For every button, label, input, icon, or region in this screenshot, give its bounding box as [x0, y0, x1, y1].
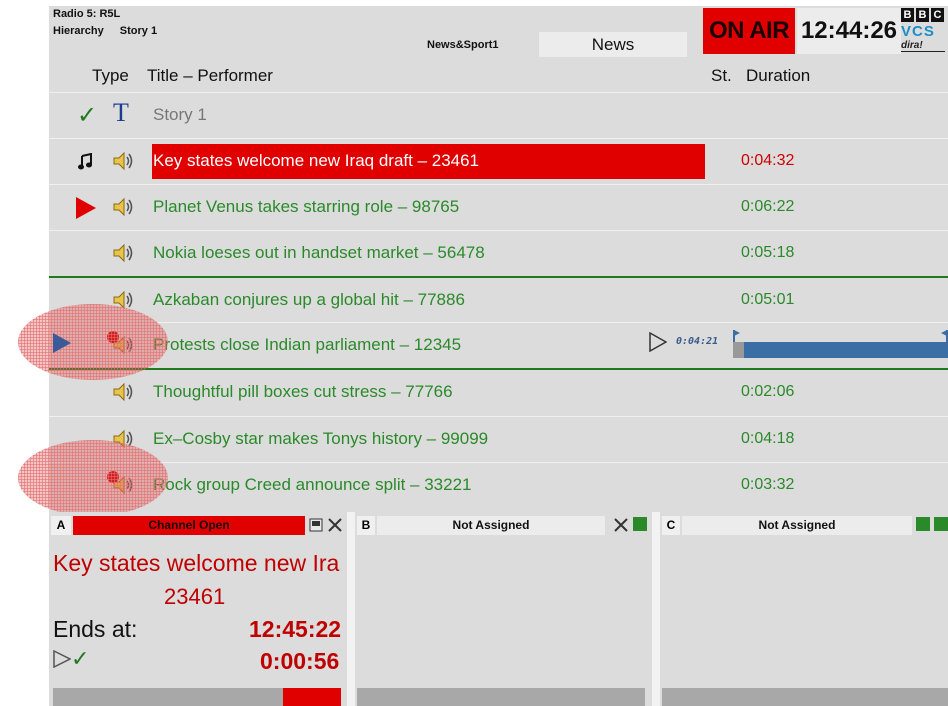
eject-icon[interactable] [633, 517, 647, 531]
channel-c-status: Not Assigned [682, 516, 912, 535]
ends-label: Ends at: [53, 616, 138, 642]
row-title: Rock group Creed announce split – 33221 [153, 475, 472, 494]
row-title: Azkaban conjures up a global hit – 77886 [153, 290, 465, 309]
channel-c-panel[interactable]: C Not Assigned [660, 512, 948, 706]
ends-time: 12:45:22 [249, 616, 342, 642]
logo-dira: dira! [901, 40, 945, 52]
clock: 12:44:26 [797, 8, 901, 54]
row-title: Protests close Indian parliament – 12345 [153, 335, 462, 354]
channel-a-id: 23461 [164, 584, 226, 609]
preview-bar-fill [733, 342, 744, 358]
row-duration: 0:03:32 [741, 476, 795, 493]
end-marker-icon [941, 330, 948, 342]
highlight-overlay [18, 440, 168, 516]
speaker-icon [113, 382, 133, 402]
channel-b-letter: B [357, 516, 375, 535]
col-type[interactable]: Type [92, 66, 129, 86]
channel-a-title: Key states welcome new Ira [53, 550, 340, 576]
logo-letter-b2: B [916, 8, 929, 22]
channel-b-progress[interactable] [357, 688, 645, 706]
remaining-time: 0:00:56 [260, 648, 340, 674]
speaker-icon [113, 151, 133, 171]
start-marker-icon [733, 330, 740, 342]
speaker-icon [113, 243, 133, 263]
logo-letter-c: C [931, 8, 944, 22]
play-outline-icon[interactable] [53, 650, 71, 668]
preview-cue-triangle-icon[interactable] [52, 332, 72, 354]
hierarchy-breadcrumb: Hierarchy Story 1 [53, 25, 173, 37]
channel-b-status: Not Assigned [377, 516, 605, 535]
row-title: Thoughtful pill boxes cut stress – 77766 [153, 382, 453, 401]
logo-letter-b1: B [901, 8, 914, 22]
playlist-row[interactable]: Azkaban conjures up a global hit – 77886… [49, 278, 948, 324]
channel-a-progress[interactable] [53, 688, 341, 706]
row-duration: 0:05:18 [741, 244, 795, 261]
station-label: Radio 5: R5L [53, 8, 121, 20]
close-icon[interactable] [613, 517, 629, 533]
hierarchy-value[interactable]: Story 1 [120, 25, 157, 37]
row-duration: 0:05:01 [741, 291, 795, 308]
news-button[interactable]: News [539, 32, 687, 57]
channel-a-progress-fill [283, 688, 341, 706]
playlist-row[interactable]: Key states welcome new Iraq draft – 2346… [49, 138, 948, 184]
play-triangle-icon[interactable] [75, 196, 97, 220]
story-title: Story 1 [153, 105, 207, 124]
channel-c-letter: C [662, 516, 680, 535]
playlist-row[interactable]: Nokia loeses out in handset market – 564… [49, 230, 948, 276]
window-icon[interactable] [916, 517, 930, 531]
playlist-row[interactable]: Ex–Cosby star makes Tonys history – 9909… [49, 416, 948, 462]
check-icon: ✓ [77, 102, 98, 129]
col-status[interactable]: St. [711, 66, 732, 86]
col-title[interactable]: Title – Performer [147, 66, 273, 86]
story-row[interactable]: ✓ T Story 1 [49, 92, 948, 138]
row-duration: 0:06:22 [741, 198, 795, 215]
close-icon[interactable] [327, 517, 343, 533]
highlight-overlay [18, 304, 168, 380]
row-title: Planet Venus takes starring role – 98765 [153, 197, 460, 216]
playlist-row[interactable]: Planet Venus takes starring role – 98765… [49, 184, 948, 230]
channel-a-letter: A [51, 516, 71, 535]
music-note-icon [78, 153, 92, 170]
panel-separator [652, 512, 660, 706]
row-title: Ex–Cosby star makes Tonys history – 9909… [153, 429, 489, 448]
row-duration: 0:04:18 [741, 430, 795, 447]
row-duration: 0:02:06 [741, 383, 795, 400]
playlist-row[interactable]: Rock group Creed announce split – 33221 … [49, 462, 948, 508]
text-type-icon: T [113, 98, 129, 127]
check-icon: ✓ [71, 646, 90, 671]
column-header-row: Type Title – Performer St. Duration [49, 60, 948, 92]
channel-c-progress[interactable] [662, 688, 948, 706]
speaker-icon [113, 197, 133, 217]
channel-a-status: Channel Open [73, 516, 305, 535]
preview-time: 0:04:21 [676, 336, 719, 347]
bbc-vcs-logo: B B C VCS dira! [901, 8, 948, 58]
hierarchy-label: Hierarchy [53, 25, 104, 37]
logo-vcs: VCS [901, 23, 935, 40]
on-air-indicator: ON AIR [703, 8, 795, 54]
col-duration[interactable]: Duration [746, 66, 810, 86]
preview-progress[interactable]: 0:04:21 [649, 322, 948, 362]
channel-b-panel[interactable]: B Not Assigned [355, 512, 652, 706]
channel-a-panel[interactable]: A Channel Open Key states welcome new Ir… [49, 512, 347, 706]
section-label: News&Sport1 [427, 39, 499, 51]
panel-separator [347, 512, 355, 706]
row-duration: 0:04:32 [741, 152, 795, 169]
row-title: Nokia loeses out in handset market – 564… [153, 243, 485, 262]
row-title: Key states welcome new Iraq draft – 2346… [153, 151, 480, 170]
preview-play-icon[interactable] [649, 332, 667, 352]
header-bar: Radio 5: R5L Hierarchy Story 1 News&Sport… [49, 6, 948, 60]
preview-bar[interactable] [733, 342, 948, 358]
window-icon[interactable] [309, 518, 323, 532]
eject-icon[interactable] [934, 517, 948, 531]
playlist-row[interactable]: Thoughtful pill boxes cut stress – 77766… [49, 370, 948, 416]
